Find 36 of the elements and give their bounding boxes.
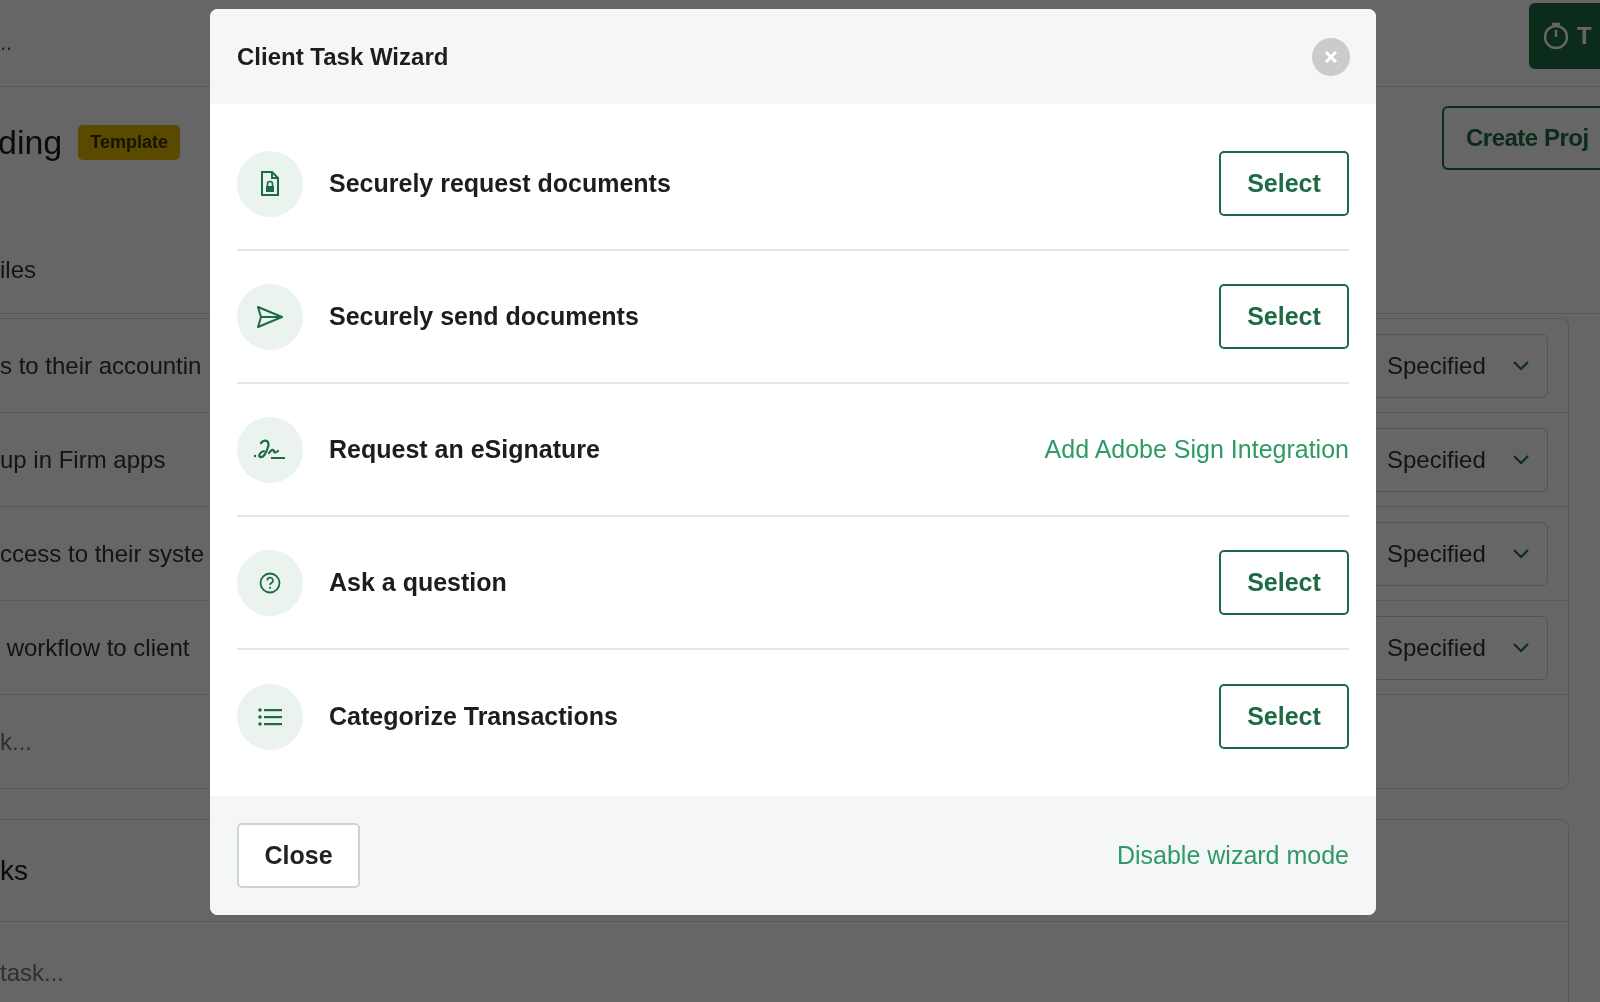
send-icon <box>256 304 284 329</box>
breadcrumb-text: .. <box>0 30 13 56</box>
task-text: workflow to client <box>5 633 190 662</box>
chevron-down-icon <box>1513 454 1529 465</box>
option-label: Securely request documents <box>329 169 672 198</box>
template-badge: Template <box>78 124 180 160</box>
chevron-down-icon <box>1513 642 1529 653</box>
option-label: Ask a question <box>329 568 508 597</box>
select-button[interactable]: Select <box>1219 684 1349 749</box>
task-text: ccess to their syste <box>0 539 205 568</box>
chevron-down-icon <box>1513 360 1529 371</box>
question-icon <box>259 571 281 594</box>
timer-button[interactable]: T <box>1529 3 1600 69</box>
option-label: Categorize Transactions <box>329 702 619 731</box>
option-label: Request an eSignature <box>329 435 601 464</box>
select-button[interactable]: Select <box>1219 284 1349 349</box>
section-title: ks <box>0 854 28 887</box>
dialog-title: Client Task Wizard <box>237 42 449 71</box>
close-button[interactable] <box>1312 37 1350 76</box>
disable-wizard-link[interactable]: Disable wizard mode <box>1116 841 1349 870</box>
signature-icon <box>253 437 287 462</box>
create-project-button[interactable]: Create Proj <box>1442 106 1600 170</box>
select-button[interactable]: Select <box>1219 550 1349 615</box>
task-text: up in Firm apps <box>0 445 166 474</box>
chevron-down-icon <box>1513 548 1529 559</box>
close-icon <box>1324 49 1338 64</box>
stopwatch-icon <box>1543 22 1569 50</box>
list-icon <box>258 707 282 726</box>
document-lock-icon <box>259 170 281 197</box>
close-dialog-button[interactable]: Close <box>237 823 360 888</box>
option-label: Securely send documents <box>329 302 640 331</box>
page-title: ding <box>0 122 63 162</box>
integration-link[interactable]: Add Adobe Sign Integration <box>1044 435 1349 464</box>
select-button[interactable]: Select <box>1219 151 1349 216</box>
task-text: s to their accountin <box>0 351 202 380</box>
tab[interactable]: iles <box>0 256 36 284</box>
